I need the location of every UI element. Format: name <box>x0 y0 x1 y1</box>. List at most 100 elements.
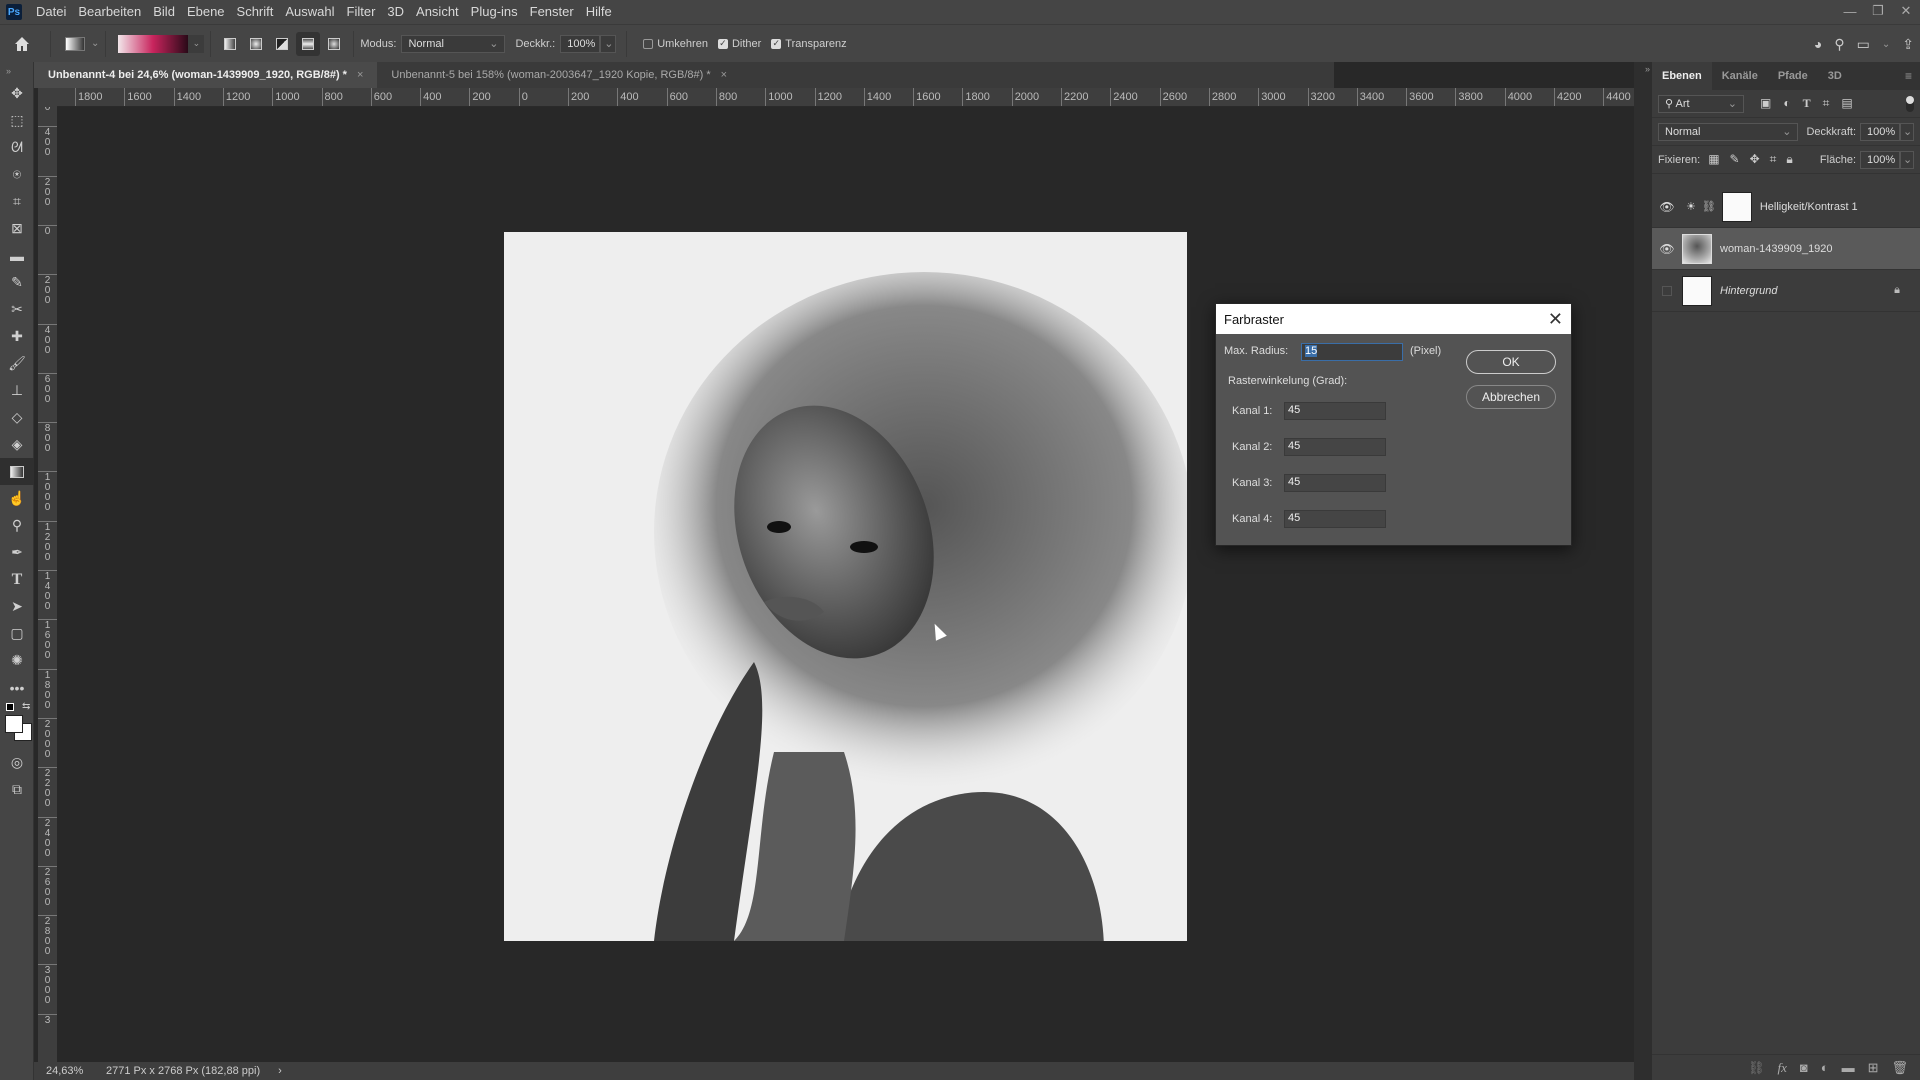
close-dialog-icon[interactable]: ✕ <box>1548 309 1563 330</box>
close-tab-icon[interactable]: × <box>357 69 363 81</box>
menu-hilfe[interactable]: Hilfe <box>580 0 618 24</box>
zoom-level[interactable]: 24,63% <box>34 1065 86 1077</box>
lock-icon[interactable]: 🔒︎ <box>1894 284 1900 297</box>
visibility-eye-icon[interactable]: 👁︎ <box>1652 242 1682 256</box>
document-canvas-image[interactable] <box>504 232 1187 941</box>
healing-brush-icon[interactable]: ✚ <box>0 323 34 350</box>
minimize-button[interactable]: — <box>1836 0 1864 22</box>
menu-ebene[interactable]: Ebene <box>181 0 231 24</box>
ruler-corner[interactable] <box>38 88 57 107</box>
new-group-folder-icon[interactable]: ▬ <box>1842 1060 1855 1075</box>
opacity-dropdown[interactable]: ⌄ <box>1900 122 1914 141</box>
adjustment-layer-filter-icon[interactable]: ◐ <box>1783 96 1790 111</box>
radial-gradient-button[interactable] <box>244 32 268 56</box>
opacity-input[interactable]: 100% <box>1860 122 1900 141</box>
gradient-editor[interactable] <box>118 34 189 53</box>
swap-colors-icon[interactable]: ⇆ <box>22 701 30 712</box>
transparenz-checkbox[interactable]: ✓ Transparenz <box>771 38 847 50</box>
quick-mask-icon[interactable]: ◎ <box>0 749 34 776</box>
delete-layer-trash-icon[interactable]: 🗑︎ <box>1891 1060 1908 1076</box>
layer-row-brightness-contrast[interactable]: 👁︎ ☀ ⛓ Helligkeit/Kontrast 1 <box>1652 186 1920 228</box>
lock-position-icon[interactable]: ✥ <box>1750 152 1760 167</box>
lock-all-icon[interactable]: 🔒︎ <box>1786 152 1792 167</box>
gradient-tool-icon[interactable] <box>0 458 34 485</box>
dialog-titlebar[interactable]: Farbraster ✕ <box>1216 304 1571 334</box>
layer-style-fx-icon[interactable]: fx <box>1777 1060 1786 1076</box>
workspace-icon[interactable]: ▭ <box>1857 36 1870 53</box>
diamond-gradient-button[interactable] <box>322 32 346 56</box>
visibility-toggle-off[interactable] <box>1652 285 1682 296</box>
max-radius-input[interactable]: 15 <box>1301 343 1403 361</box>
panel-menu-icon[interactable]: ≡ <box>1897 62 1920 90</box>
crop-tool-icon[interactable]: ⌗ <box>0 188 34 215</box>
default-colors-icon[interactable] <box>6 703 14 711</box>
path-selection-icon[interactable]: ➤ <box>0 593 34 620</box>
marquee-tool-icon[interactable]: ⬚ <box>0 107 34 134</box>
smart-object-filter-icon[interactable]: ▤ <box>1841 96 1852 111</box>
restore-button[interactable]: ❐ <box>1864 0 1892 22</box>
ok-button[interactable]: OK <box>1466 350 1556 374</box>
kanal-1-input[interactable]: 45 <box>1284 402 1386 420</box>
tab-kanaele[interactable]: Kanäle <box>1712 62 1768 90</box>
menu-3d[interactable]: 3D <box>381 0 410 24</box>
shape-tool-icon[interactable]: ▢ <box>0 620 34 647</box>
lasso-tool-icon[interactable]: ᘛ <box>0 134 34 161</box>
move-tool-icon[interactable]: ✥ <box>0 80 34 107</box>
eraser-tool-icon[interactable]: ◇ <box>0 404 34 431</box>
menu-filter[interactable]: Filter <box>341 0 382 24</box>
custom-shape-icon[interactable]: ✺ <box>0 647 34 674</box>
learn-icon[interactable]: ◕ <box>1814 36 1822 52</box>
add-mask-icon[interactable]: ◙ <box>1800 1060 1808 1075</box>
shape-layer-filter-icon[interactable]: ⌗ <box>1823 96 1830 111</box>
menu-fenster[interactable]: Fenster <box>524 0 580 24</box>
collapse-panels-icon[interactable]: » <box>1645 64 1650 74</box>
lock-image-pixels-icon[interactable]: ✎ <box>1730 152 1740 167</box>
deckkr-input[interactable]: 100% <box>560 34 601 53</box>
paint-bucket-icon[interactable]: ◈ <box>0 431 34 458</box>
frame-tool-icon[interactable]: ⊠ <box>0 215 34 242</box>
eyedropper-tool-icon[interactable]: ✎ <box>0 269 34 296</box>
reflected-gradient-button[interactable] <box>296 31 321 56</box>
linear-gradient-button[interactable] <box>218 32 242 56</box>
tab-3d[interactable]: 3D <box>1818 62 1852 90</box>
filter-toggle[interactable] <box>1906 95 1914 112</box>
fill-dropdown[interactable]: ⌄ <box>1900 150 1914 169</box>
tab-document-1[interactable]: Unbenannt-4 bei 24,6% (woman-1439909_192… <box>34 62 378 88</box>
stamp-tool-icon[interactable]: ⊥ <box>0 377 34 404</box>
home-button[interactable] <box>0 36 44 52</box>
angle-gradient-button[interactable] <box>270 32 294 56</box>
fill-input[interactable]: 100% <box>1860 150 1900 169</box>
menu-bild[interactable]: Bild <box>147 0 181 24</box>
type-layer-filter-icon[interactable]: T <box>1803 96 1811 111</box>
chevron-down-icon[interactable]: ⌄ <box>1882 39 1890 50</box>
tab-pfade[interactable]: Pfade <box>1768 62 1818 90</box>
layer-row-hintergrund[interactable]: Hintergrund 🔒︎ <box>1652 270 1920 312</box>
ruler-tool-icon[interactable]: ▬ <box>0 242 34 269</box>
kanal-3-input[interactable]: 45 <box>1284 474 1386 492</box>
tab-document-2[interactable]: Unbenannt-5 bei 158% (woman-2003647_1920… <box>377 62 742 88</box>
smudge-tool-icon[interactable]: ☝ <box>0 485 34 512</box>
modus-select[interactable]: Normal ⌄ <box>401 34 506 53</box>
layer-filter-select[interactable]: ⚲ Art ⌄ <box>1658 94 1744 113</box>
menu-ansicht[interactable]: Ansicht <box>410 0 465 24</box>
brush-tool-icon[interactable]: 🖌 <box>0 350 34 377</box>
layer-thumbnail[interactable] <box>1682 233 1712 264</box>
menu-bearbeiten[interactable]: Bearbeiten <box>72 0 147 24</box>
layer-row-woman[interactable]: 👁︎ woman-1439909_1920 <box>1652 228 1920 270</box>
menu-auswahl[interactable]: Auswahl <box>279 0 340 24</box>
chevron-down-icon[interactable]: ⌄ <box>91 38 99 49</box>
pixel-layer-filter-icon[interactable]: ▣ <box>1760 96 1771 111</box>
search-icon[interactable]: ⚲ <box>1834 36 1844 53</box>
layer-mask-thumbnail[interactable] <box>1721 191 1752 222</box>
dither-checkbox[interactable]: ✓ Dither <box>717 38 761 50</box>
kanal-2-input[interactable]: 45 <box>1284 438 1386 456</box>
close-tab-icon[interactable]: × <box>721 69 727 81</box>
content-aware-move-icon[interactable]: ✂ <box>0 296 34 323</box>
dodge-tool-icon[interactable]: ⚲ <box>0 512 34 539</box>
more-tools-icon[interactable]: ••• <box>0 674 34 701</box>
close-window-button[interactable]: ✕ <box>1892 0 1920 22</box>
cancel-button[interactable]: Abbrechen <box>1466 385 1556 409</box>
menu-datei[interactable]: Datei <box>30 0 72 24</box>
vertical-ruler[interactable]: 0400200020040060080010001200140016001800… <box>38 107 57 1062</box>
umkehren-checkbox[interactable]: Umkehren <box>643 38 708 50</box>
